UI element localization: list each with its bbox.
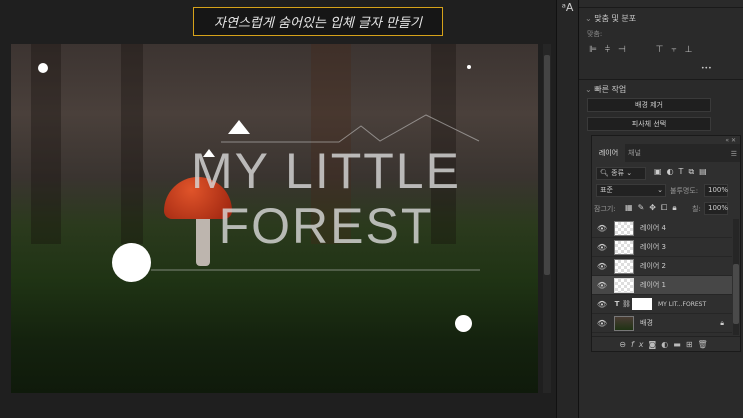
shape-filter-icon: ⧉ — [688, 167, 695, 176]
lock-label: 잠그기: — [594, 205, 616, 213]
collapse-close-icons[interactable]: « ✕ — [725, 137, 736, 144]
type-layer-icon: T — [614, 300, 620, 308]
fill-input[interactable]: 100% — [704, 202, 728, 215]
layer-row-1[interactable]: 👁︎ 레이어 1 — [592, 276, 732, 295]
layers-panel: « ✕ 레이어 채널 ☰ 🔍︎ 종류 ⌄ ▣ ◐ T ⧉ ▤ 표준 ⌄ 불투명도: 100… — [591, 135, 741, 352]
layer-list: 👁︎ 레이어 4 👁︎ 레이어 3 👁︎ 레이어 2 👁︎ 레이어 1 👁︎ T ⛓︎ MY … — [592, 219, 740, 336]
align-label: 맞춤: — [587, 30, 603, 38]
layer-row-4[interactable]: 👁︎ 레이어 4 — [592, 219, 732, 238]
filter-kind-select[interactable]: 🔍︎ 종류 ⌄ — [596, 167, 646, 180]
remove-background-button[interactable]: 배경 제거 — [587, 98, 711, 112]
artwork-text: MY LITTLE FOREST — [161, 144, 491, 254]
fill-label: 칠: — [692, 205, 701, 213]
layer-row-background[interactable]: 👁︎ 배경 🔒︎ — [592, 314, 732, 333]
circle-medium — [455, 315, 472, 332]
more-options-button[interactable]: ••• — [701, 65, 712, 72]
triangle-large — [228, 120, 250, 134]
tab-channels[interactable]: 채널 — [628, 144, 641, 162]
align-buttons[interactable]: ⊫⫩⊣ ⊤⫟⊥ — [589, 45, 700, 55]
visibility-eye-icon[interactable]: 👁︎ — [592, 319, 612, 328]
circle-large — [112, 243, 151, 282]
opacity-label: 불투명도: — [670, 187, 699, 195]
canvas-scroll-thumb[interactable] — [544, 55, 550, 275]
artwork-line-1: MY LITTLE — [191, 143, 461, 199]
adjustment-filter-icon: ◐ — [666, 167, 674, 176]
visibility-eye-icon[interactable]: 👁︎ — [592, 281, 612, 290]
circle-dot — [467, 65, 471, 69]
visibility-eye-icon[interactable]: 👁︎ — [592, 224, 612, 233]
layer-row-text[interactable]: 👁︎ T ⛓︎ MY LIT...FOREST — [592, 295, 732, 314]
visibility-eye-icon[interactable]: 👁︎ — [592, 262, 612, 271]
panel-strip: ᵃA — [556, 0, 578, 418]
link-icon: ⛓︎ — [622, 300, 631, 308]
mask-thumb — [632, 298, 652, 310]
artwork-line-2: FOREST — [218, 198, 434, 254]
filter-icons[interactable]: ▣ ◐ T ⧉ ▤ — [654, 167, 712, 177]
circle-small — [38, 63, 48, 73]
character-panel-icon[interactable]: ᵃA — [557, 1, 578, 14]
layer-actions-bar[interactable]: ⊖fx◙◐▬⊞🗑︎ — [592, 336, 740, 352]
blend-mode-select[interactable]: 표준 ⌄ — [596, 184, 666, 197]
opacity-input[interactable]: 100% — [704, 184, 728, 197]
lock-icon: 🔒︎ — [720, 318, 724, 327]
layer-row-2[interactable]: 👁︎ 레이어 2 — [592, 257, 732, 276]
lock-icons[interactable]: ▦ ✎ ✥ ⧠ 🔒︎ — [625, 203, 682, 213]
tab-layers[interactable]: 레이어 — [592, 144, 625, 162]
layer-row-3[interactable]: 👁︎ 레이어 3 — [592, 238, 732, 257]
caption-box: 자연스럽게 숨어있는 입체 글자 만들기 — [193, 7, 443, 36]
quick-actions-header[interactable]: ⌄ 빠른 작업 — [585, 84, 626, 95]
document-canvas[interactable]: MY LITTLE FOREST — [11, 44, 538, 393]
select-subject-button[interactable]: 피사체 선택 — [587, 117, 711, 131]
visibility-eye-icon[interactable]: 👁︎ — [592, 243, 612, 252]
visibility-eye-icon[interactable]: 👁︎ — [592, 300, 612, 309]
type-filter-icon: T — [678, 167, 684, 176]
pixel-filter-icon: ▣ — [654, 167, 662, 176]
smart-filter-icon: ▤ — [699, 167, 707, 176]
panel-menu-icon[interactable]: ☰ — [731, 150, 737, 158]
layers-scrollbar[interactable] — [733, 219, 739, 335]
align-section-header[interactable]: ⌄ 맞춤 및 분포 — [585, 13, 636, 24]
